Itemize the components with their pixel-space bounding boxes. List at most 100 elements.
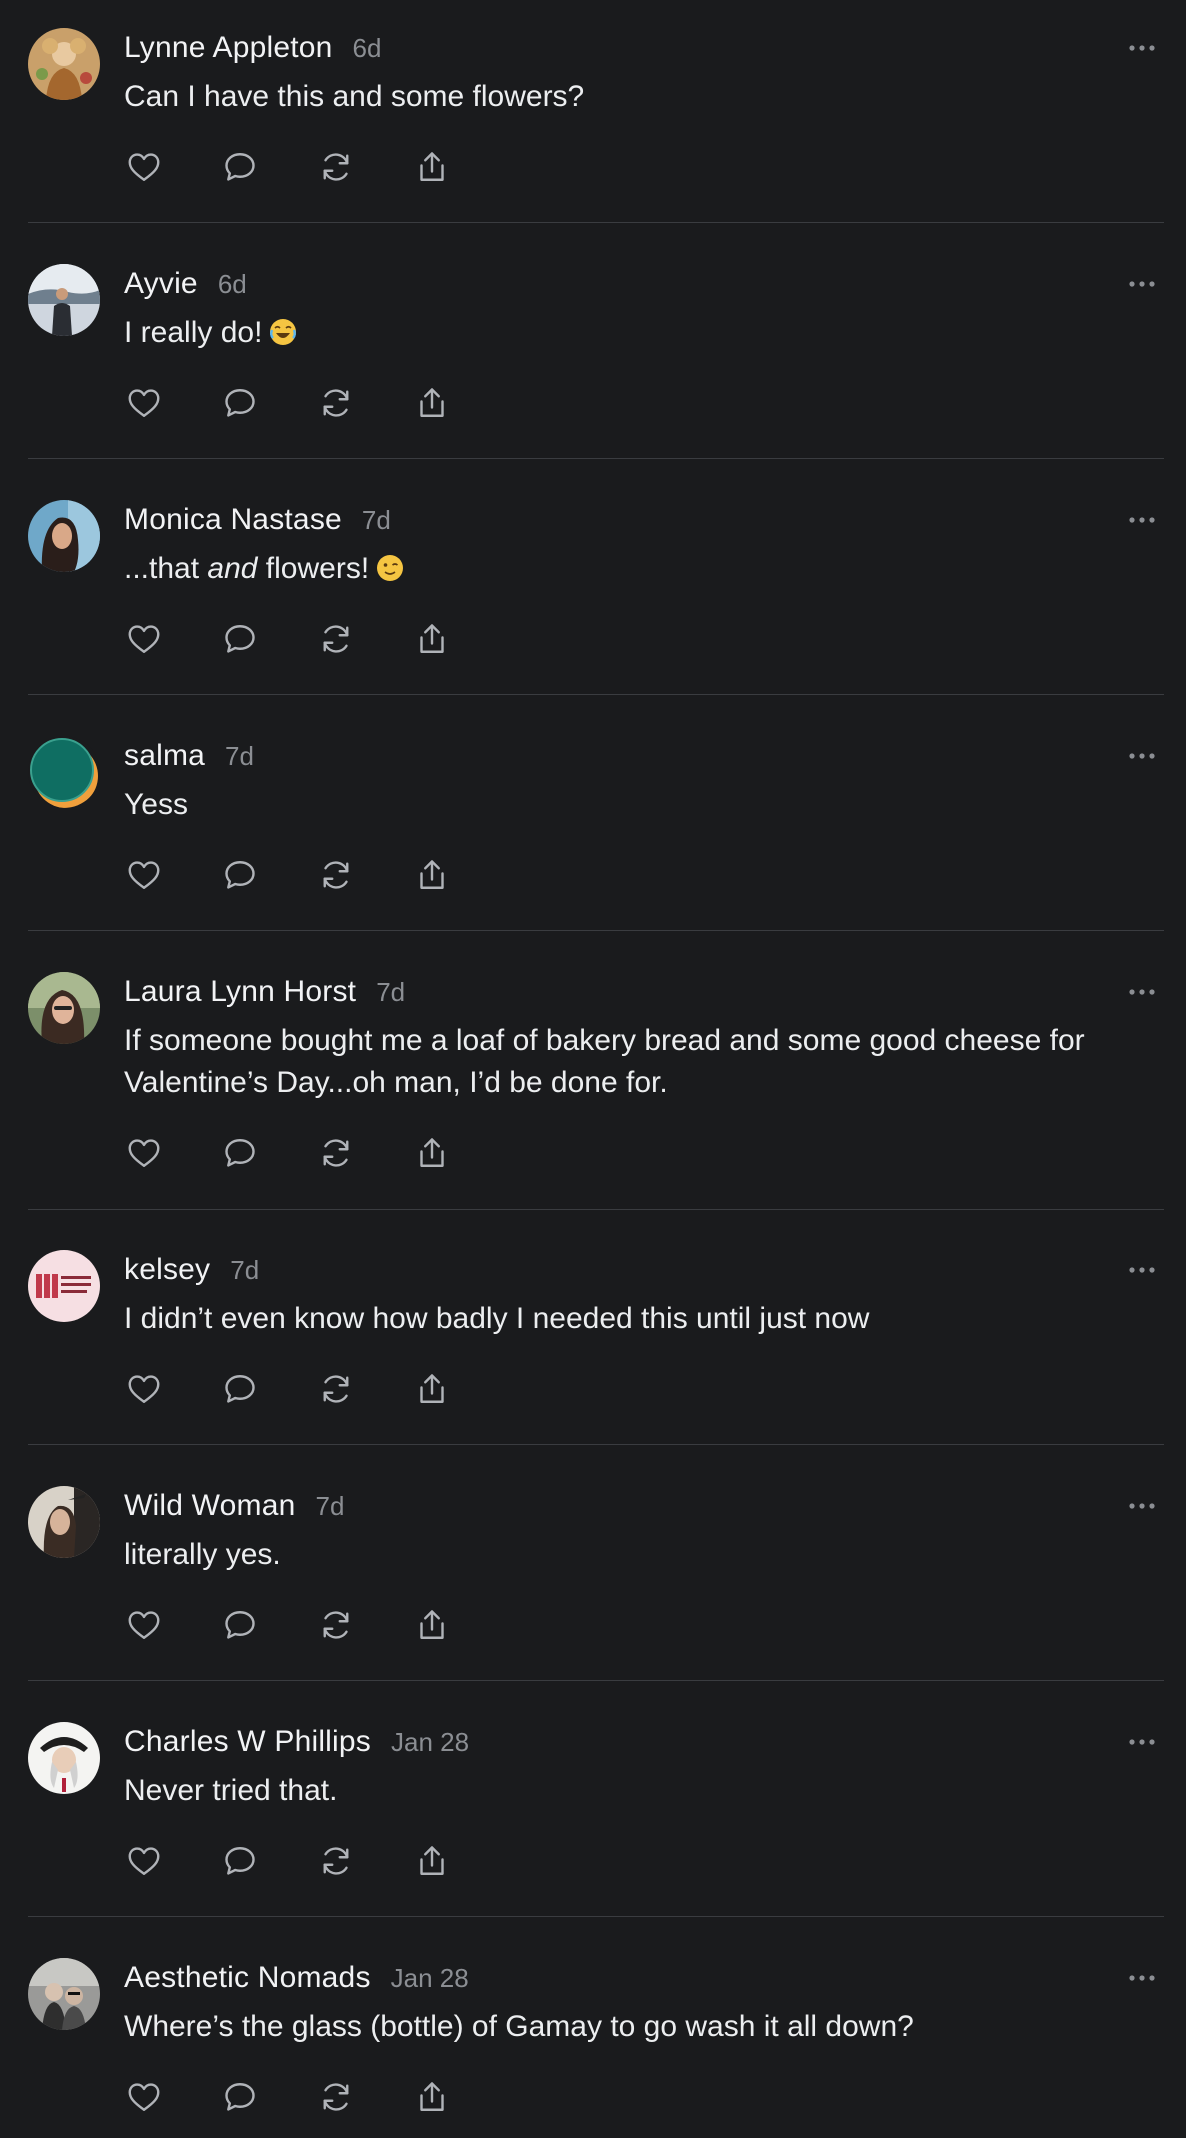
share-icon[interactable]	[412, 619, 452, 659]
heart-icon[interactable]	[124, 619, 164, 659]
reply-feed: Lynne Appleton 6d Can I have this and so…	[0, 0, 1186, 2138]
heart-icon[interactable]	[124, 2077, 164, 2117]
share-icon[interactable]	[412, 2077, 452, 2117]
avatar[interactable]	[28, 1486, 100, 1558]
more-icon[interactable]	[1126, 272, 1158, 296]
comment-icon[interactable]	[220, 1133, 260, 1173]
more-icon[interactable]	[1126, 1494, 1158, 1518]
repost-icon[interactable]	[316, 1369, 356, 1409]
avatar[interactable]	[28, 500, 100, 572]
post-text: Can I have this and some flowers?	[124, 80, 585, 113]
timestamp[interactable]: Jan 28	[391, 1727, 469, 1758]
author-name[interactable]: Laura Lynn Horst	[124, 975, 356, 1009]
post-text: I didn’t even know how badly I needed th…	[124, 1302, 870, 1335]
author-name[interactable]: Aesthetic Nomads	[124, 1961, 371, 1995]
avatar[interactable]	[28, 1250, 100, 1322]
share-icon[interactable]	[412, 855, 452, 895]
repost-icon[interactable]	[316, 1841, 356, 1881]
post-actions	[124, 383, 508, 423]
share-icon[interactable]	[412, 1133, 452, 1173]
comment-icon[interactable]	[220, 1605, 260, 1645]
share-icon[interactable]	[412, 147, 452, 187]
repost-icon[interactable]	[316, 619, 356, 659]
post-header: Ayvie 6d	[124, 264, 247, 304]
divider	[28, 1680, 1164, 1681]
more-icon[interactable]	[1126, 980, 1158, 1004]
heart-icon[interactable]	[124, 1605, 164, 1645]
post-actions	[124, 1369, 508, 1409]
divider	[28, 1209, 1164, 1210]
more-icon[interactable]	[1126, 744, 1158, 768]
post: kelsey 7d I didn’t even know how badly I…	[0, 1222, 1186, 1445]
post-text-start: ...that	[124, 552, 208, 585]
timestamp[interactable]: 6d	[353, 33, 382, 64]
comment-icon[interactable]	[220, 1841, 260, 1881]
post-actions	[124, 2077, 508, 2117]
repost-icon[interactable]	[316, 2077, 356, 2117]
author-name[interactable]: Lynne Appleton	[124, 31, 333, 65]
author-name[interactable]: Wild Woman	[124, 1489, 295, 1523]
heart-icon[interactable]	[124, 1841, 164, 1881]
divider	[28, 458, 1164, 459]
comment-icon[interactable]	[220, 619, 260, 659]
share-icon[interactable]	[412, 1369, 452, 1409]
share-icon[interactable]	[412, 1605, 452, 1645]
avatar[interactable]	[28, 1958, 100, 2030]
author-name[interactable]: Monica Nastase	[124, 503, 342, 537]
post: Charles W Phillips Jan 28 Never tried th…	[0, 1694, 1186, 1917]
comment-icon[interactable]	[220, 2077, 260, 2117]
timestamp[interactable]: 7d	[225, 741, 254, 772]
timestamp[interactable]: 6d	[218, 269, 247, 300]
divider	[28, 930, 1164, 931]
repost-icon[interactable]	[316, 1605, 356, 1645]
comment-icon[interactable]	[220, 855, 260, 895]
heart-icon[interactable]	[124, 1133, 164, 1173]
post-text: Yess	[124, 788, 188, 821]
avatar[interactable]	[28, 972, 100, 1044]
more-icon[interactable]	[1126, 1966, 1158, 1990]
share-icon[interactable]	[412, 383, 452, 423]
more-icon[interactable]	[1126, 1730, 1158, 1754]
author-name[interactable]: salma	[124, 739, 205, 773]
post-header: Lynne Appleton 6d	[124, 28, 381, 68]
repost-icon[interactable]	[316, 147, 356, 187]
post-text: I really do!	[124, 312, 1134, 354]
avatar[interactable]	[28, 736, 100, 808]
repost-icon[interactable]	[316, 383, 356, 423]
avatar[interactable]	[28, 1722, 100, 1794]
share-icon[interactable]	[412, 1841, 452, 1881]
author-name[interactable]: Charles W Phillips	[124, 1725, 371, 1759]
post-header: Wild Woman 7d	[124, 1486, 344, 1526]
comment-icon[interactable]	[220, 147, 260, 187]
divider	[28, 1916, 1164, 1917]
post: Lynne Appleton 6d Can I have this and so…	[0, 0, 1186, 223]
post-text: ...that and flowers!	[124, 548, 1134, 590]
post-text-content: I really do!	[124, 316, 263, 349]
timestamp[interactable]: 7d	[315, 1491, 344, 1522]
post-text: If someone bought me a loaf of bakery br…	[124, 1024, 1085, 1099]
repost-icon[interactable]	[316, 1133, 356, 1173]
comment-icon[interactable]	[220, 383, 260, 423]
more-icon[interactable]	[1126, 36, 1158, 60]
divider	[28, 694, 1164, 695]
post-header: Aesthetic Nomads Jan 28	[124, 1958, 469, 1998]
comment-icon[interactable]	[220, 1369, 260, 1409]
timestamp[interactable]: Jan 28	[391, 1963, 469, 1994]
timestamp[interactable]: 7d	[376, 977, 405, 1008]
divider	[28, 1444, 1164, 1445]
post-text-end: flowers!	[257, 552, 370, 585]
repost-icon[interactable]	[316, 855, 356, 895]
author-name[interactable]: Ayvie	[124, 267, 198, 301]
more-icon[interactable]	[1126, 508, 1158, 532]
more-icon[interactable]	[1126, 1258, 1158, 1282]
heart-icon[interactable]	[124, 855, 164, 895]
heart-icon[interactable]	[124, 147, 164, 187]
avatar[interactable]	[28, 264, 100, 336]
post-actions	[124, 619, 508, 659]
avatar[interactable]	[28, 28, 100, 100]
timestamp[interactable]: 7d	[362, 505, 391, 536]
timestamp[interactable]: 7d	[230, 1255, 259, 1286]
heart-icon[interactable]	[124, 383, 164, 423]
author-name[interactable]: kelsey	[124, 1253, 210, 1287]
heart-icon[interactable]	[124, 1369, 164, 1409]
